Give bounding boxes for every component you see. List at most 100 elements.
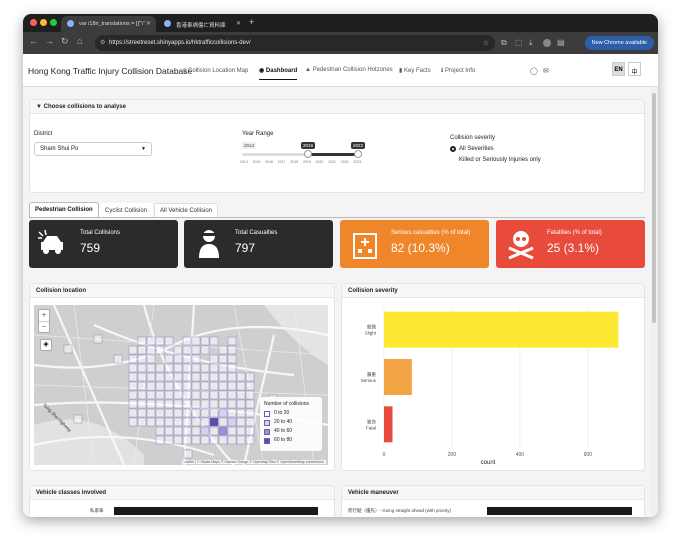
lang-en-button[interactable]: EN [612, 62, 625, 76]
radio-ksi-only[interactable] [450, 157, 456, 163]
forward-icon[interactable]: → [45, 36, 54, 46]
browser-tab-1[interactable]: var i18n_translations = [{"\" ✕ [61, 16, 156, 32]
collision-grid-cell [173, 363, 183, 373]
collision-grid-cell [128, 390, 138, 400]
collision-grid-cell [227, 390, 237, 400]
collision-grid-cell [182, 345, 192, 355]
legend-swatch [264, 438, 270, 444]
github-icon[interactable]: ◯ [530, 67, 538, 75]
injured-person-icon [199, 230, 219, 258]
y-tick-label-zh: 輕微 [367, 324, 376, 331]
year-to-handle[interactable] [354, 150, 362, 158]
collision-grid-cell [146, 381, 156, 391]
collision-grid-cell [128, 417, 138, 427]
collision-grid-cell [155, 372, 165, 382]
maximize-window-icon[interactable] [50, 19, 57, 26]
collision-grid-cell [182, 435, 192, 445]
extensions-icon[interactable]: ⧉ [501, 38, 507, 48]
map-icon: ▯ [183, 68, 187, 74]
download-icon[interactable]: ⤓ [529, 38, 533, 48]
value-box-serious-casualties: Serious casualties (% of total) 82 (10.3… [340, 220, 489, 268]
tab-pedestrian-collision[interactable]: Pedestrian Collision [29, 202, 99, 217]
puzzle-icon[interactable]: ⬚ [515, 38, 523, 47]
radio-all-severities[interactable] [450, 146, 456, 152]
radio-ksi-only-label[interactable]: Killed or Seriously Injuries only [459, 157, 541, 163]
nav-dashboard[interactable]: ◉ Dashboard [259, 67, 298, 80]
filter-icon: ▼ [36, 104, 42, 110]
collision-grid-cell [155, 435, 165, 445]
profile-avatar[interactable] [543, 39, 551, 47]
collision-grid-cell [191, 417, 201, 427]
lang-zh-button[interactable]: 中 [628, 62, 641, 76]
map-attribution[interactable]: Leaflet | © Stadia Maps © Stamen Design … [181, 460, 326, 464]
collision-grid-cell [173, 390, 183, 400]
collision-grid-cell [227, 426, 237, 436]
collision-grid-cell [218, 417, 228, 427]
collision-grid-cell [200, 336, 210, 346]
minimize-window-icon[interactable] [40, 19, 47, 26]
collision-grid-cell [164, 336, 174, 346]
collision-grid-cell [218, 390, 228, 400]
skull-crossbones-icon [508, 231, 534, 260]
filters-header[interactable]: ▼ Choose collisions to analyse [30, 100, 644, 114]
nav-label: Project Info [444, 68, 476, 74]
zoom-in-button[interactable]: + [39, 310, 49, 322]
district-select[interactable]: Sham Shui Po ▼ [34, 142, 152, 156]
home-icon[interactable]: ⌂ [77, 36, 82, 46]
district-value: Sham Shui Po [40, 146, 79, 152]
nav-project-info[interactable]: ℹ Project Info [441, 67, 475, 74]
tab-cyclist-collision[interactable]: Cyclist Collision [99, 203, 154, 218]
warning-icon: ▲ [305, 67, 311, 73]
collision-grid-cell [191, 372, 201, 382]
bookmark-star-icon[interactable]: ☆ [483, 39, 489, 47]
tab-all-vehicle-collision[interactable]: All Vehicle Collision [154, 203, 219, 218]
collision-grid-cell [164, 417, 174, 427]
page-scrollbar[interactable] [651, 87, 658, 517]
year-tick-label: 2022 [340, 160, 349, 164]
collision-map[interactable]: + − ◈ Tsing Sha Highway Number of collis… [34, 305, 328, 465]
new-chrome-available-button[interactable]: New Chrome available [584, 36, 654, 50]
collision-grid-cell [245, 417, 255, 427]
collision-grid-cell [245, 426, 255, 436]
collision-grid-cell [164, 408, 174, 418]
site-info-icon[interactable]: ⚙ [100, 39, 105, 46]
mail-icon[interactable]: ✉ [543, 67, 549, 75]
collision-grid-cell [164, 399, 174, 409]
collision-grid-cell [128, 399, 138, 409]
collision-grid-cell [155, 381, 165, 391]
year-from-handle[interactable] [304, 150, 312, 158]
collision-grid-cell [173, 372, 183, 382]
close-tab-icon[interactable]: ✕ [236, 20, 241, 27]
nav-key-facts[interactable]: ▮ Key Facts [399, 67, 431, 74]
nav-label: Key Facts [403, 68, 431, 74]
collision-severity-title: Collision severity [342, 284, 644, 298]
close-tab-icon[interactable]: ✕ [146, 20, 151, 27]
collision-grid-cell [236, 408, 246, 418]
legend-row: 60 to 80 [264, 437, 318, 446]
new-tab-icon[interactable]: + [249, 17, 254, 27]
sidebar-icon[interactable]: ▤ [557, 38, 565, 47]
collision-grid-cell [155, 390, 165, 400]
radio-all-severities-label[interactable]: All Severities [459, 146, 494, 152]
collision-grid-cell [137, 372, 147, 382]
zoom-out-button[interactable]: − [39, 322, 49, 333]
nav-label: Dashboard [265, 68, 298, 74]
nav-pedestrian-hotzones[interactable]: ▲ Pedestrian Collision Hotzones [305, 67, 393, 73]
collision-grid-cell [128, 363, 138, 373]
reload-icon[interactable]: ↻ [61, 36, 69, 47]
app-brand[interactable]: Hong Kong Traffic Injury Collision Datab… [28, 66, 192, 76]
browser-tab-2[interactable]: 香港車禍傷亡資料庫 ✕ [158, 16, 246, 32]
address-bar[interactable]: ⚙ https://streetreset.shinyapps.io/hktra… [95, 35, 495, 51]
back-icon[interactable]: ← [29, 36, 38, 46]
collision-grid-cell [191, 390, 201, 400]
filters-header-text: Choose collisions to analyse [43, 104, 126, 110]
collision-grid-cell [227, 336, 237, 346]
layers-icon[interactable]: ◈ [40, 339, 52, 351]
close-window-icon[interactable] [30, 19, 37, 26]
caret-down-icon: ▼ [141, 146, 146, 152]
page-scrollbar-thumb[interactable] [652, 93, 656, 323]
collision-grid-cell [200, 435, 210, 445]
collision-grid-cell [209, 417, 219, 427]
nav-collision-location-map[interactable]: ▯ Collision Location Map [183, 67, 248, 74]
bar-fatal [384, 406, 393, 443]
